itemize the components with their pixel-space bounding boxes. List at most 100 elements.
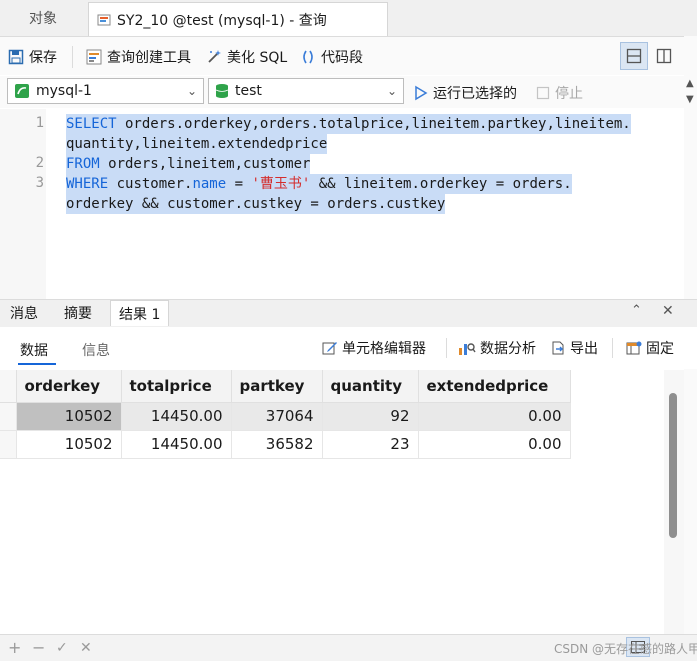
stop-label: 停止 — [555, 86, 583, 102]
code-text: = — [226, 176, 252, 192]
export-icon — [552, 341, 564, 355]
table-cell[interactable]: 0.00 — [418, 430, 571, 459]
close-icon[interactable]: ✕ — [662, 303, 674, 319]
run-selected-button[interactable]: 运行已选择的 — [414, 82, 517, 104]
table-cell[interactable]: 14450.00 — [121, 430, 232, 459]
query-builder-label: 查询创建工具 — [107, 50, 191, 66]
toolbar-divider — [72, 46, 73, 68]
result-table: orderkey totalprice partkey quantity ext… — [0, 370, 571, 459]
pin-button[interactable]: 固定 — [626, 338, 674, 358]
database-select-value: test — [235, 83, 262, 99]
code-line: FROM orders,lineitem,customer — [66, 154, 311, 174]
table-cell[interactable]: 0.00 — [418, 402, 571, 431]
query-builder-button[interactable]: 查询创建工具 — [86, 46, 191, 68]
magic-wand-icon — [208, 50, 221, 63]
discard-changes-button[interactable]: ✕ — [80, 640, 92, 656]
grid-scroll-thumb[interactable] — [669, 393, 677, 538]
parentheses-icon — [303, 50, 313, 64]
line-number: 3 — [35, 175, 44, 191]
chevron-down-icon: ⌄ — [186, 84, 197, 98]
table-row[interactable]: 10502 14450.00 36582 23 0.00 — [0, 430, 571, 459]
sql-keyword: FROM — [66, 156, 100, 172]
subtab-info[interactable]: 信息 — [82, 340, 110, 360]
code-text: orderkey && customer.custkey = orders.cu… — [66, 196, 446, 212]
tab-result-1-label: 结果 1 — [119, 306, 161, 323]
code-text: quantity,lineitem.extendedprice — [66, 136, 328, 152]
line-number-gutter — [0, 109, 46, 299]
horizontal-split-icon — [626, 48, 642, 64]
code-text: && lineitem.orderkey = orders. — [310, 176, 572, 192]
code-snippet-label: 代码段 — [321, 50, 363, 66]
layout-vertical-split-button[interactable] — [650, 42, 678, 70]
export-label: 导出 — [570, 341, 598, 357]
table-cell[interactable]: 23 — [322, 430, 419, 459]
table-cell[interactable]: 14450.00 — [121, 402, 232, 431]
mysql-connection-icon — [15, 84, 29, 98]
table-cell[interactable]: 10502 — [16, 402, 122, 431]
sql-identifier: name — [192, 176, 227, 192]
code-text: orders.orderkey,orders.totalprice,lineit… — [116, 116, 631, 132]
row-header-corner — [0, 370, 17, 403]
apply-changes-button[interactable]: ✓ — [56, 640, 68, 656]
column-header-orderkey[interactable]: orderkey — [16, 370, 122, 403]
table-header-row: orderkey totalprice partkey quantity ext… — [0, 370, 571, 403]
export-button[interactable]: 导出 — [550, 338, 598, 358]
toolbar-divider — [446, 338, 447, 358]
run-selected-label: 运行已选择的 — [433, 86, 517, 102]
beautify-sql-button[interactable]: 美化 SQL — [206, 46, 287, 68]
code-line: quantity,lineitem.extendedprice — [66, 134, 328, 154]
watermark-text: CSDN @无存在感的路人甲 — [554, 642, 697, 656]
line-number: 2 — [35, 155, 44, 171]
connection-select-value: mysql-1 — [36, 83, 92, 99]
column-header-partkey[interactable]: partkey — [231, 370, 323, 403]
save-button-label: 保存 — [29, 50, 57, 66]
code-line: SELECT orders.orderkey,orders.totalprice… — [66, 114, 631, 134]
pin-grid-icon — [626, 341, 642, 355]
sql-keyword: SELECT — [66, 116, 117, 132]
save-button[interactable]: 保存 — [8, 46, 57, 68]
connection-select[interactable]: mysql-1 ⌄ — [7, 78, 204, 104]
table-cell[interactable]: 92 — [322, 402, 419, 431]
scroll-up-icon[interactable]: ▲ — [686, 78, 694, 89]
tab-objects[interactable]: 对象 — [0, 0, 86, 36]
play-icon — [415, 85, 428, 101]
subtab-data-label: 数据 — [20, 343, 48, 359]
column-header-quantity[interactable]: quantity — [322, 370, 419, 403]
data-analysis-label: 数据分析 — [480, 341, 536, 357]
code-text: orders,lineitem,customer — [99, 156, 311, 172]
add-record-button[interactable]: + — [8, 638, 21, 657]
data-analysis-icon — [459, 343, 476, 355]
row-header[interactable] — [0, 430, 17, 459]
tab-summary[interactable]: 摘要 — [56, 300, 100, 326]
table-cell[interactable]: 10502 — [16, 430, 122, 459]
collapse-up-icon[interactable]: ⌃ — [631, 303, 642, 318]
tab-messages[interactable]: 消息 — [2, 300, 46, 326]
cell-editor-button[interactable]: 单元格编辑器 — [322, 338, 426, 358]
save-icon — [8, 49, 24, 65]
row-header[interactable] — [0, 402, 17, 431]
layout-horizontal-split-button[interactable] — [620, 42, 648, 70]
scroll-down-icon[interactable]: ▼ — [686, 94, 694, 105]
tab-query[interactable]: SY2_10 @test (mysql-1) - 查询 — [88, 2, 388, 36]
delete-record-button[interactable]: − — [32, 638, 45, 657]
code-snippet-button[interactable]: 代码段 — [300, 46, 363, 68]
toolbar-divider — [612, 338, 613, 358]
pin-label: 固定 — [646, 341, 674, 357]
table-row[interactable]: 10502 14450.00 37064 92 0.00 — [0, 402, 571, 431]
beautify-sql-label: 美化 SQL — [227, 50, 288, 66]
data-analysis-button[interactable]: 数据分析 — [458, 338, 536, 358]
stop-button[interactable]: 停止 — [536, 82, 583, 104]
subtab-data[interactable]: 数据 — [20, 340, 48, 360]
database-select[interactable]: test ⌄ — [208, 78, 404, 104]
tab-messages-label: 消息 — [10, 306, 38, 322]
results-tab-strip — [0, 299, 697, 327]
tab-objects-label: 对象 — [29, 11, 57, 27]
column-header-extendedprice[interactable]: extendedprice — [418, 370, 571, 403]
chevron-down-icon: ⌄ — [386, 84, 397, 98]
vertical-split-icon — [656, 48, 672, 64]
code-line: orderkey && customer.custkey = orders.cu… — [66, 194, 446, 214]
tab-result-1[interactable]: 结果 1 — [110, 300, 170, 326]
table-cell[interactable]: 36582 — [231, 430, 323, 459]
table-cell[interactable]: 37064 — [231, 402, 323, 431]
column-header-totalprice[interactable]: totalprice — [121, 370, 232, 403]
